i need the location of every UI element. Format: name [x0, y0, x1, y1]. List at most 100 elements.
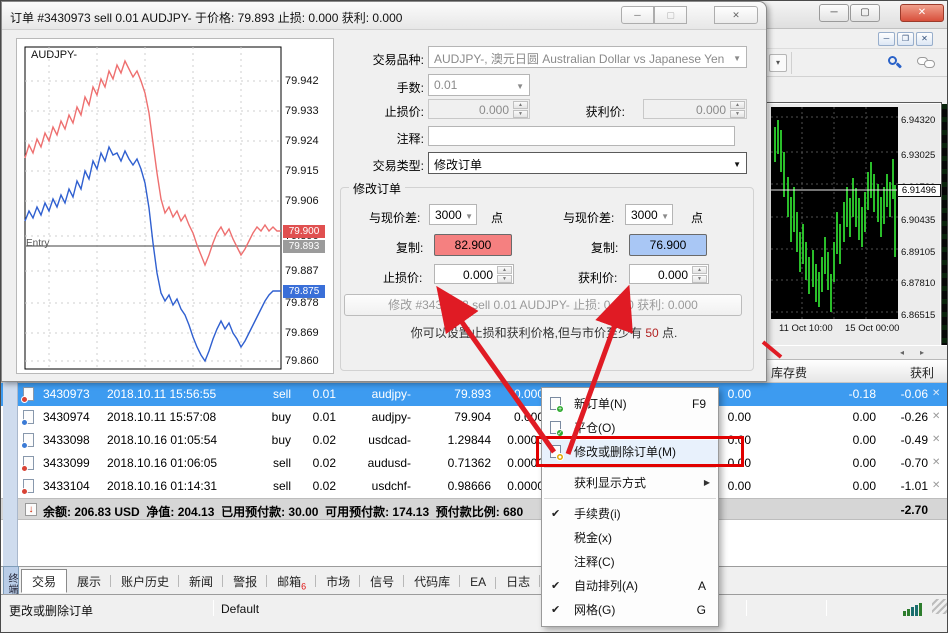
order-type-label: 交易类型:	[336, 157, 424, 174]
table-cell-profit: -0.26	[859, 410, 928, 424]
column-header-swap[interactable]: 库存费	[771, 364, 827, 381]
menu-item-网格(G)[interactable]: ✔网格(G)G	[542, 598, 718, 622]
modify-order-button[interactable]: 修改 #3430973 sell 0.01 AUDJPY- 止损: 0.000 …	[344, 294, 742, 316]
account-summary-row: ↓ 余额: 206.83 USD 净值: 204.13 已用预付款: 30.00…	[1, 498, 948, 520]
column-header-profit[interactable]: 获利	[891, 364, 934, 381]
table-cell-lots: 0.01	[294, 387, 336, 401]
menu-item-获利显示方式[interactable]: 获利显示方式▶	[542, 471, 718, 495]
scroll-right-icon[interactable]: ▸	[915, 347, 929, 358]
table-row[interactable]: 34309732018.10.11 15:56:55sell0.01audjpy…	[1, 383, 948, 406]
dialog-close-button[interactable]: ✕	[714, 6, 758, 24]
table-cell-time: 2018.10.16 01:14:31	[107, 479, 237, 493]
dialog-minimize-button[interactable]: ─	[621, 6, 654, 24]
table-cell-profit: -0.49	[859, 433, 928, 447]
points-label-sell: 点	[491, 209, 503, 226]
comment-input[interactable]	[428, 126, 735, 146]
table-cell-sl: 0.0000	[494, 479, 544, 493]
close-position-icon: ✓	[550, 421, 561, 434]
tab-日志[interactable]: 日志	[496, 570, 540, 592]
spin-down-icon[interactable]: ▼	[497, 275, 512, 283]
tab-EA[interactable]: EA	[460, 572, 496, 594]
table-row[interactable]: 34330982018.10.16 01:05:54buy0.02usdcad-…	[1, 429, 948, 452]
order-type-combo[interactable]: 修改订单▼	[428, 152, 747, 174]
window-close-button[interactable]: ✕	[900, 4, 944, 22]
tick-chart-panel: AUDJPY- Entry 79.94279.93379.92479.91579…	[16, 38, 334, 374]
diff-combo-buy[interactable]: 3000▼	[625, 204, 673, 225]
chat-icon[interactable]	[917, 55, 935, 71]
usdcnh-chart-window[interactable]: 6.943206.930256.917306.904356.891056.878…	[767, 103, 941, 347]
sell-dot-icon	[21, 465, 28, 472]
check-icon: ✔	[551, 502, 560, 526]
spin-up-icon[interactable]: ▲	[692, 266, 707, 274]
tab-信号[interactable]: 信号	[360, 570, 404, 592]
price-axis-label: 6.87810	[901, 278, 943, 289]
table-cell-lots: 0.02	[294, 456, 336, 470]
tab-展示[interactable]: 展示	[67, 570, 111, 592]
chart-restore-button[interactable]: ❐	[897, 32, 914, 46]
window-maximize-button[interactable]: ▢	[850, 4, 880, 22]
menu-item-自动排列(A)[interactable]: ✔自动排列(A)A	[542, 574, 718, 598]
dialog-titlebar[interactable]: 订单 #3430973 sell 0.01 AUDJPY- 于价格: 79.89…	[2, 2, 766, 30]
table-cell-lots: 0.01	[294, 410, 336, 424]
tab-新闻[interactable]: 新闻	[179, 570, 223, 592]
tab-交易[interactable]: 交易	[21, 569, 67, 593]
table-cell-symbol: usdcad-	[339, 433, 411, 447]
annotation-highlight-box	[536, 436, 744, 467]
check-icon: ✔	[551, 598, 560, 622]
chart-close-button[interactable]: ✕	[916, 32, 933, 46]
close-order-icon[interactable]: ✕	[932, 457, 940, 468]
copy-label-buy: 复制:	[591, 239, 618, 256]
menu-item-税金(x)[interactable]: 税金(x)	[542, 526, 718, 550]
tab-账户历史[interactable]: 账户历史	[111, 570, 179, 592]
resize-grip[interactable]	[932, 599, 947, 614]
table-row[interactable]: 34331042018.10.16 01:14:31sell0.02usdchf…	[1, 475, 948, 498]
copy-sell-price-button[interactable]: 82.900	[434, 234, 512, 256]
spin-up-icon: ▲	[730, 101, 745, 109]
table-cell-sl: 0.000	[494, 410, 544, 424]
menu-item-新订单(N)[interactable]: +新订单(N)F9	[542, 392, 718, 416]
close-order-icon[interactable]: ✕	[932, 411, 940, 422]
diff-combo-sell[interactable]: 3000▼	[429, 204, 477, 225]
copy-buy-price-button[interactable]: 76.900	[629, 234, 707, 256]
table-row[interactable]: 34330992018.10.16 01:06:05sell0.02audusd…	[1, 452, 948, 475]
chart-symbol-label: AUDJPY-	[31, 49, 77, 61]
order-type-icon	[23, 456, 34, 470]
price-axis-label: 79.906	[285, 195, 331, 207]
toolbar-separator	[791, 52, 792, 74]
close-order-icon[interactable]: ✕	[932, 434, 940, 445]
status-profile[interactable]: Default	[221, 602, 259, 616]
dialog-title: 订单 #3430973 sell 0.01 AUDJPY- 于价格: 79.89…	[10, 9, 402, 26]
table-cell-sl: 0.000	[494, 387, 544, 401]
terminal-panel: 库存费 获利 34309732018.10.11 15:56:55sell0.0…	[1, 359, 948, 633]
spin-down-icon[interactable]: ▼	[692, 275, 707, 283]
menu-item-手续费(i)[interactable]: ✔手续费(i)	[542, 502, 718, 526]
tab-市场[interactable]: 市场	[316, 570, 360, 592]
toolbar-dropdown-button[interactable]: ▾	[769, 54, 787, 72]
spin-down-icon: ▼	[513, 110, 528, 118]
tab-代码库[interactable]: 代码库	[404, 570, 460, 592]
modify-tp-field[interactable]: 0.000 ▲▼	[629, 264, 709, 284]
table-cell-time: 2018.10.11 15:56:55	[107, 387, 237, 401]
window-minimize-button[interactable]: ─	[819, 4, 849, 22]
modify-sl-field[interactable]: 0.000 ▲▼	[434, 264, 514, 284]
scroll-left-icon[interactable]: ◂	[895, 347, 909, 358]
current-price-label: 6.91496	[897, 184, 941, 197]
price-axis-label: 79.933	[285, 105, 331, 117]
search-icon[interactable]	[887, 55, 903, 71]
tab-警报[interactable]: 警报	[223, 570, 267, 592]
chart-minimize-button[interactable]: ─	[878, 32, 895, 46]
spin-up-icon[interactable]: ▲	[497, 266, 512, 274]
close-order-icon[interactable]: ✕	[932, 388, 940, 399]
candle-chart	[771, 107, 898, 319]
order-modify-dialog: 订单 #3430973 sell 0.01 AUDJPY- 于价格: 79.89…	[1, 1, 767, 382]
menu-item-注释(C)[interactable]: 注释(C)	[542, 550, 718, 574]
close-order-icon[interactable]: ✕	[932, 480, 940, 491]
price-axis-label: 79.869	[285, 327, 331, 339]
table-row[interactable]: 34309742018.10.11 15:57:08buy0.01audjpy-…	[1, 406, 948, 429]
time-axis-label: 11 Oct 10:00	[779, 323, 833, 334]
chevron-down-icon: ▼	[516, 82, 524, 91]
time-axis: 11 Oct 10:0015 Oct 00:00	[771, 321, 941, 339]
table-cell-lots: 0.02	[294, 479, 336, 493]
order-type-icon	[23, 479, 34, 493]
tab-邮箱[interactable]: 邮箱6	[267, 570, 316, 592]
